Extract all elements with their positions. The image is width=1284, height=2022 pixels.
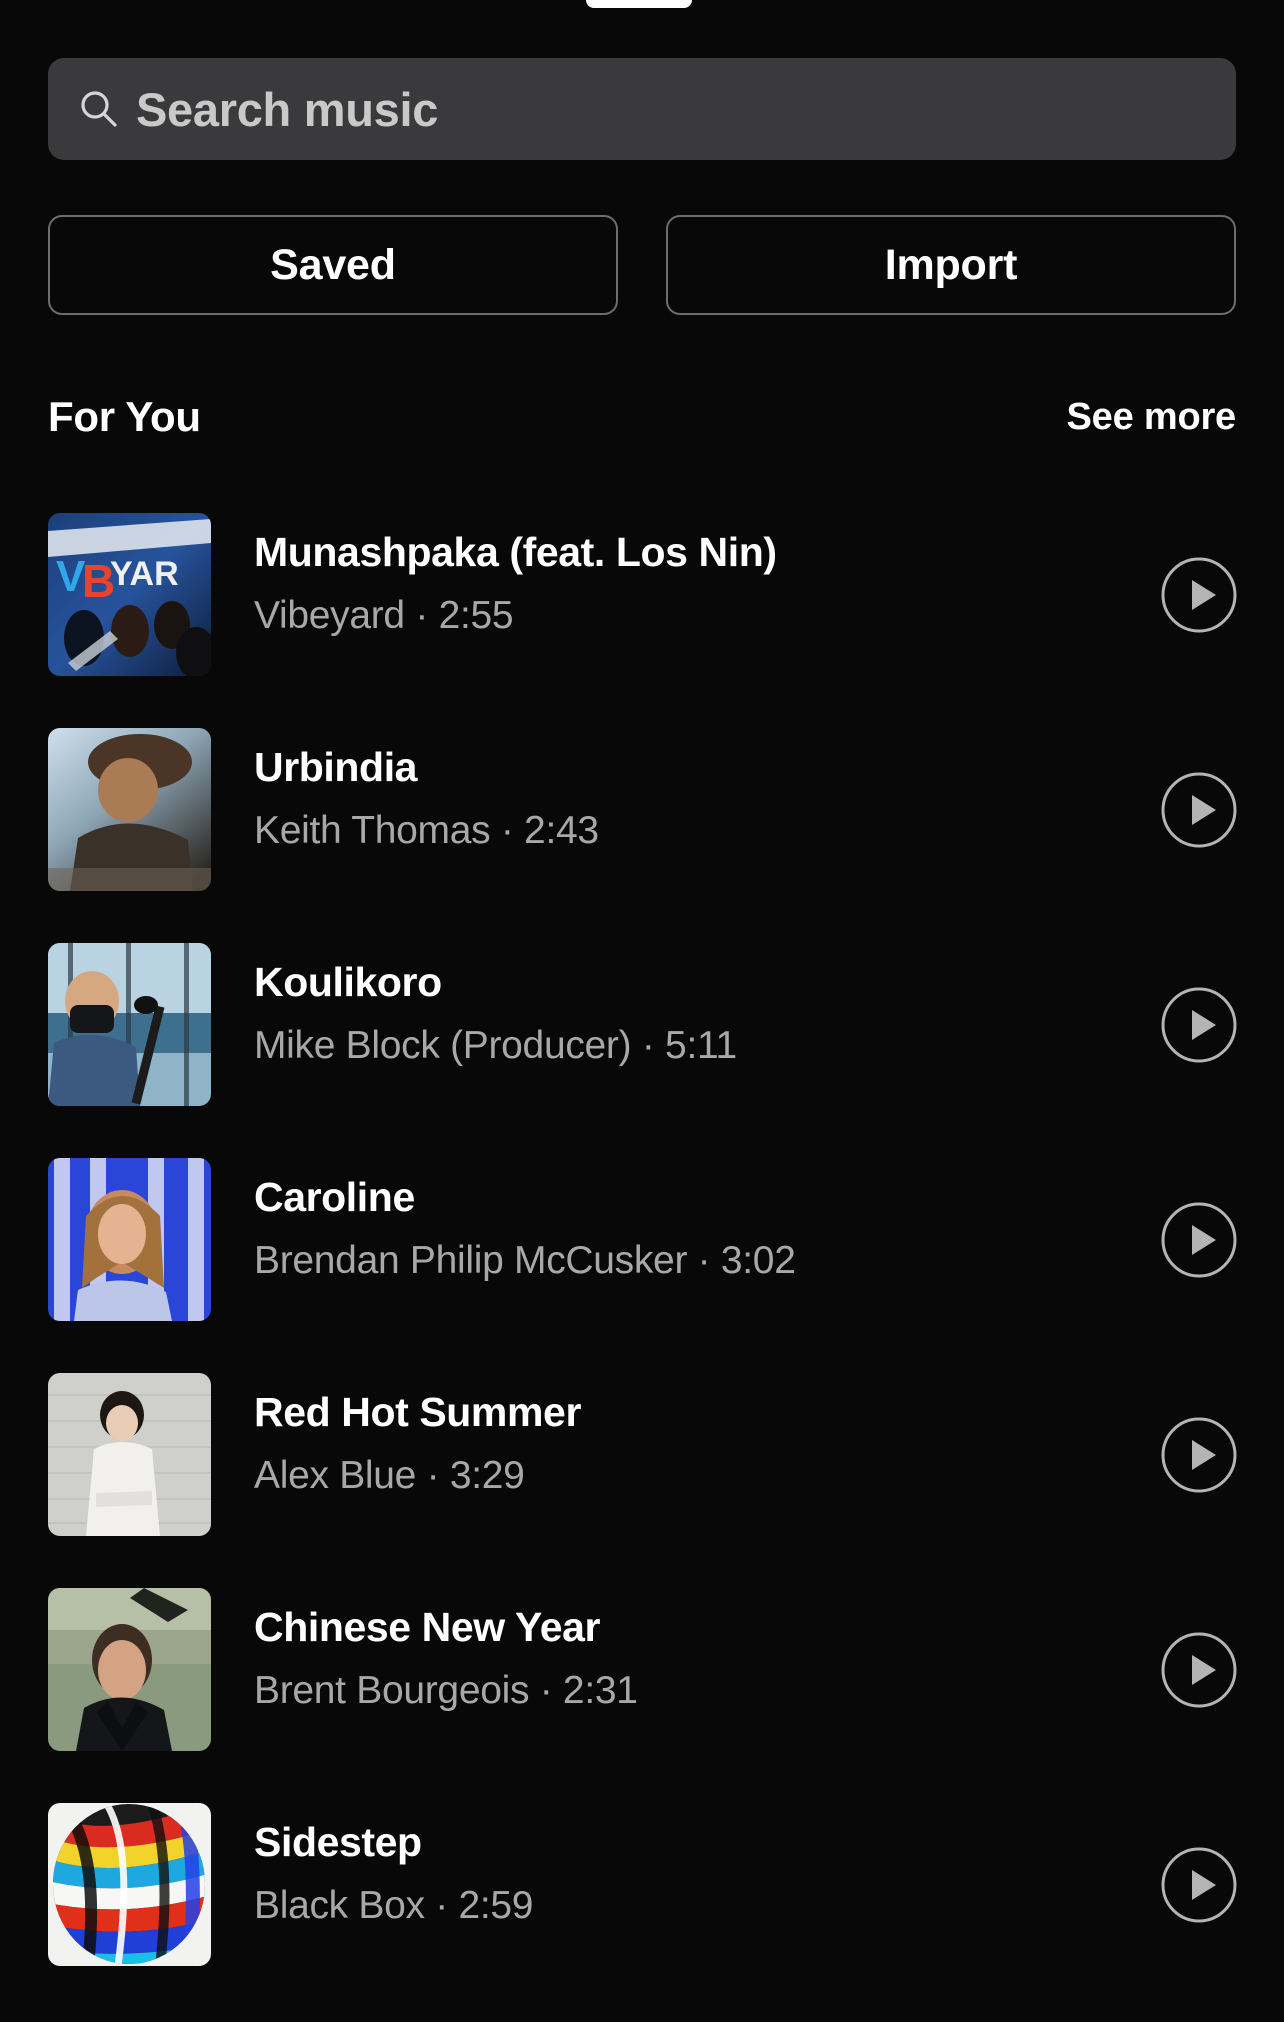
track-info: Chinese New Year Brent Bourgeois · 2:31 (254, 1603, 1104, 1714)
track-title: Caroline (254, 1174, 415, 1220)
drag-handle[interactable] (586, 0, 692, 8)
track-info: Caroline Brendan Philip McCusker · 3:02 (254, 1173, 1104, 1284)
svg-text:YAR: YAR (110, 555, 179, 593)
see-more-link[interactable]: See more (1067, 396, 1237, 439)
track-info: Sidestep Black Box · 2:59 (254, 1818, 1104, 1929)
track-info: Urbindia Keith Thomas · 2:43 (254, 743, 1104, 854)
track-row[interactable]: Urbindia Keith Thomas · 2:43 (0, 721, 1284, 936)
play-icon[interactable] (1160, 1416, 1238, 1494)
track-meta: Brent Bourgeois · 2:31 (254, 1669, 638, 1713)
search-bar[interactable] (48, 58, 1236, 160)
for-you-section-header: For You See more (48, 388, 1236, 446)
track-row[interactable]: Sidestep Black Box · 2:59 (0, 1796, 1284, 2011)
track-row[interactable]: Koulikoro Mike Block (Producer) · 5:11 (0, 936, 1284, 1151)
quick-actions: Saved Import (48, 215, 1236, 315)
track-title: Munashpaka (feat. Los Nin) (254, 529, 777, 575)
album-artwork (48, 1588, 211, 1751)
track-row[interactable]: Red Hot Summer Alex Blue · 3:29 (0, 1366, 1284, 1581)
album-artwork (48, 728, 211, 891)
track-title: Red Hot Summer (254, 1389, 582, 1435)
sheet-grabber-area[interactable] (0, 0, 1284, 14)
album-artwork (48, 1158, 211, 1321)
album-artwork: V B YAR (48, 513, 211, 676)
music-picker-sheet: Saved Import For You See more V B (0, 0, 1284, 2022)
track-title: Urbindia (254, 744, 418, 790)
track-meta: Keith Thomas · 2:43 (254, 809, 599, 853)
play-icon[interactable] (1160, 1201, 1238, 1279)
track-row[interactable]: Chinese New Year Brent Bourgeois · 2:31 (0, 1581, 1284, 1796)
page-title: For You (48, 393, 201, 440)
track-title: Chinese New Year (254, 1604, 601, 1650)
track-list: V B YAR Munashpaka (feat. Los Nin) Vibey… (0, 506, 1284, 2011)
play-icon[interactable] (1160, 1846, 1238, 1924)
track-title: Sidestep (254, 1819, 422, 1865)
album-artwork (48, 1803, 211, 1966)
play-icon[interactable] (1160, 556, 1238, 634)
track-row[interactable]: V B YAR Munashpaka (feat. Los Nin) Vibey… (0, 506, 1284, 721)
play-icon[interactable] (1160, 771, 1238, 849)
import-button[interactable]: Import (666, 215, 1236, 315)
track-meta: Black Box · 2:59 (254, 1884, 534, 1928)
saved-button[interactable]: Saved (48, 215, 618, 315)
album-artwork (48, 943, 211, 1106)
track-meta: Alex Blue · 3:29 (254, 1454, 525, 1498)
track-meta: Brendan Philip McCusker · 3:02 (254, 1239, 796, 1283)
search-icon (78, 88, 120, 130)
play-icon[interactable] (1160, 1631, 1238, 1709)
album-artwork (48, 1373, 211, 1536)
track-meta: Mike Block (Producer) · 5:11 (254, 1024, 737, 1068)
track-row[interactable]: Caroline Brendan Philip McCusker · 3:02 (0, 1151, 1284, 1366)
track-meta: Vibeyard · 2:55 (254, 594, 514, 638)
track-info: Koulikoro Mike Block (Producer) · 5:11 (254, 958, 1104, 1069)
track-title: Koulikoro (254, 959, 442, 1005)
track-info: Munashpaka (feat. Los Nin) Vibeyard · 2:… (254, 528, 1104, 639)
play-icon[interactable] (1160, 986, 1238, 1064)
track-info: Red Hot Summer Alex Blue · 3:29 (254, 1388, 1104, 1499)
search-input[interactable] (136, 81, 1206, 137)
